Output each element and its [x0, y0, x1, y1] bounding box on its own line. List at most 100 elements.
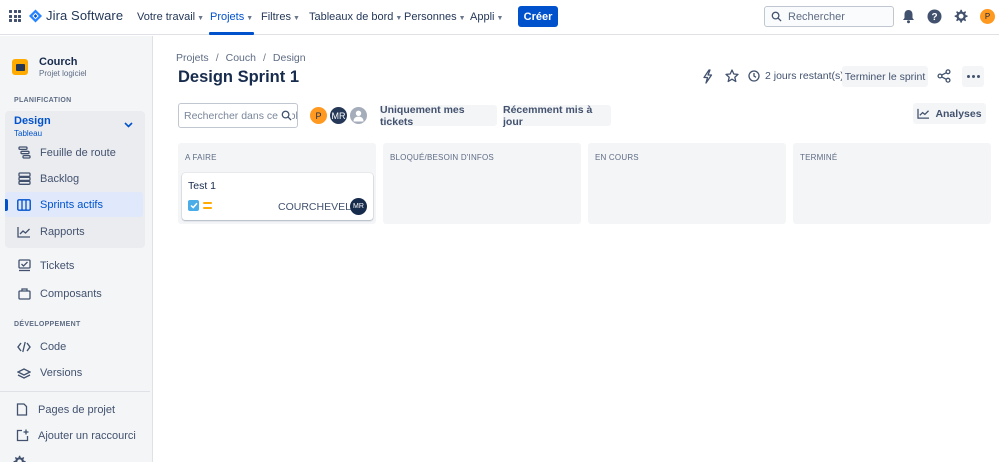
- insights-chart-icon: [917, 108, 930, 119]
- sidebar-item-tickets[interactable]: Tickets: [5, 253, 143, 278]
- sidebar-item-ajouter-un-raccourci[interactable]: Ajouter un raccourci: [3, 423, 141, 448]
- clock-icon: [748, 70, 760, 82]
- chevron-down-icon: ▼: [395, 14, 403, 22]
- star-icon[interactable]: [725, 69, 739, 83]
- sidebar-item-label: Versions: [40, 366, 83, 379]
- nav-filtres[interactable]: Filtres ▼: [261, 10, 300, 24]
- chevron-down-icon: ▼: [292, 14, 300, 22]
- column-header: A FAIRE: [185, 153, 217, 162]
- share-icon[interactable]: [937, 69, 951, 83]
- chevron-down-icon: ▼: [496, 14, 504, 22]
- versions-icon: [5, 367, 40, 379]
- avatar-filter-unassigned[interactable]: [348, 105, 369, 126]
- priority-medium-icon: [203, 202, 212, 209]
- project-avatar-icon: [12, 59, 28, 75]
- breadcrumb-projets[interactable]: Projets: [176, 52, 209, 64]
- quick-filter-recently-updated[interactable]: Récemment mis à jour: [503, 104, 611, 128]
- chevron-down-icon: ▼: [458, 14, 466, 22]
- task-type-icon: [188, 200, 199, 211]
- app-switcher-icon[interactable]: [9, 10, 21, 22]
- settings-gear-icon[interactable]: [953, 9, 968, 24]
- sidebar-item-label: Ajouter un raccourci: [38, 429, 136, 442]
- automation-lightning-icon[interactable]: [701, 69, 714, 84]
- sidebar-item-backlog[interactable]: Backlog: [5, 166, 143, 191]
- sidebar-item-feuille-de-route[interactable]: Feuille de route: [5, 140, 143, 165]
- search-icon: [771, 11, 782, 22]
- chevron-down-icon: ▼: [246, 14, 254, 22]
- nav-label: Projets: [210, 11, 245, 23]
- quick-filter-my-issues[interactable]: Uniquement mes tickets: [380, 104, 497, 128]
- insights-label: Analyses: [935, 107, 982, 120]
- sidebar-divider: [0, 391, 150, 392]
- development-section-header: DÉVELOPPEMENT: [14, 321, 81, 328]
- more-actions-button[interactable]: [962, 66, 984, 87]
- code-icon: [5, 341, 40, 353]
- pages-icon: [3, 403, 38, 416]
- nav-appli[interactable]: Appli ▼: [470, 10, 503, 24]
- jira-logo-icon: [29, 9, 42, 22]
- project-sidebar: Courch Projet logiciel PLANIFICATION Des…: [0, 36, 153, 462]
- column-header: BLOQUÉ/BESOIN D'INFOS: [390, 153, 494, 162]
- add-shortcut-icon: [3, 429, 38, 442]
- project-settings-icon[interactable]: [12, 455, 26, 462]
- global-search-input[interactable]: Rechercher: [764, 6, 894, 27]
- chevron-down-icon[interactable]: [124, 120, 133, 130]
- sidebar-item-sprints-actifs[interactable]: Sprints actifs: [5, 192, 143, 217]
- app-name: Jira Software: [46, 8, 124, 23]
- sidebar-item-label: Tickets: [40, 259, 75, 272]
- sidebar-item-versions[interactable]: Versions: [5, 360, 143, 385]
- issues-icon: [5, 259, 40, 272]
- avatar-initial: P: [980, 9, 995, 24]
- create-button[interactable]: Créer: [518, 6, 558, 27]
- avatar-filter-p[interactable]: P: [308, 105, 329, 126]
- reports-icon: [5, 226, 40, 238]
- nav-label: Filtres: [261, 11, 291, 23]
- board-name: Design: [14, 115, 51, 127]
- sidebar-item-rapports[interactable]: Rapports: [5, 219, 143, 244]
- nav-label: Personnes: [404, 11, 457, 23]
- top-navigation: Jira Software Votre travail ▼ Projets ▼ Fi…: [0, 0, 999, 35]
- board-search-input[interactable]: Rechercher dans ce tableau: [178, 103, 298, 128]
- backlog-icon: [5, 172, 40, 185]
- board-icon: [5, 198, 40, 211]
- sidebar-item-label: Feuille de route: [40, 146, 116, 159]
- chevron-down-icon: ▼: [197, 14, 205, 22]
- nav-label: Tableaux de bord: [309, 11, 394, 23]
- insights-button[interactable]: Analyses: [913, 103, 986, 124]
- project-name[interactable]: Courch: [39, 56, 78, 68]
- end-sprint-button[interactable]: Terminer le sprint: [842, 66, 928, 87]
- user-avatar[interactable]: P: [980, 9, 995, 24]
- issue-card-title: Test 1: [188, 180, 217, 192]
- nav-projets[interactable]: Projets ▼: [208, 10, 255, 35]
- help-icon[interactable]: ?: [927, 9, 942, 24]
- nav-tableaux-de-bord[interactable]: Tableaux de bord ▼: [309, 10, 402, 24]
- notifications-icon[interactable]: [902, 9, 915, 24]
- nav-label: Votre travail: [137, 11, 196, 23]
- sidebar-item-composants[interactable]: Composants: [5, 281, 143, 306]
- sidebar-item-label: Rapports: [40, 225, 85, 238]
- board-type: Tableau: [14, 129, 43, 138]
- jira-logo[interactable]: Jira Software: [29, 8, 123, 23]
- breadcrumb: Projets / Couch / Design: [176, 52, 306, 64]
- breadcrumb-separator: /: [262, 52, 266, 64]
- column-header: EN COURS: [595, 153, 639, 162]
- breadcrumb-separator: /: [215, 52, 219, 64]
- issue-key[interactable]: COURCHEVEL-1: [278, 201, 360, 213]
- sidebar-item-pages-de-projet[interactable]: Pages de projet: [3, 397, 141, 422]
- sidebar-item-label: Composants: [40, 287, 102, 300]
- breadcrumb-board[interactable]: Design: [273, 52, 306, 64]
- nav-votre-travail[interactable]: Votre travail ▼: [137, 10, 204, 24]
- board-selector[interactable]: Design Tableau: [14, 115, 51, 138]
- sidebar-item-label: Sprints actifs: [40, 198, 103, 211]
- sidebar-item-label: Code: [40, 340, 67, 353]
- avatar-filter-mr[interactable]: MR: [328, 105, 349, 126]
- roadmap-icon: [5, 146, 40, 159]
- issue-card[interactable]: Test 1 COURCHEVEL-1 MR: [182, 173, 373, 220]
- nav-personnes[interactable]: Personnes ▼: [404, 10, 466, 24]
- board-column-termine: TERMINÉ: [793, 143, 991, 224]
- search-icon: [281, 110, 292, 124]
- sprint-time-remaining: 2 jours restant(s): [748, 70, 844, 82]
- assignee-avatar[interactable]: MR: [350, 198, 367, 215]
- sidebar-item-code[interactable]: Code: [5, 334, 143, 359]
- breadcrumb-project[interactable]: Couch: [226, 52, 256, 64]
